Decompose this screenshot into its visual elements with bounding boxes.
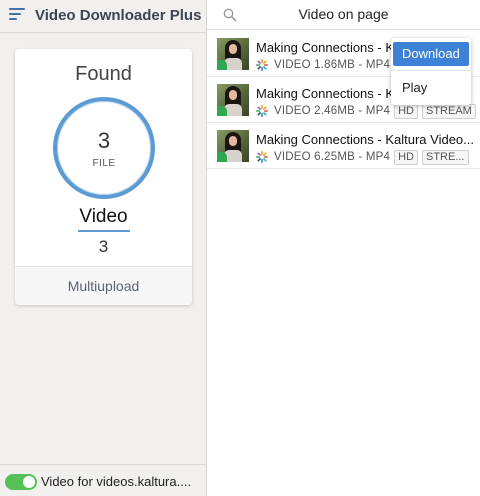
found-summary-card: Found 3 FILE Video 3 Multiupload [15,49,192,305]
spinner-icon [256,105,268,117]
video-title: Making Connections - Kaltura Video... [256,132,474,147]
video-meta-text: VIDEO 6.25MB - MP4 [274,151,391,163]
hd-badge: HD [394,103,418,119]
site-toggle-label: Video for videos.kaltura.... [41,474,192,489]
right-header: Video on page [207,0,480,30]
menu-divider [391,70,471,71]
media-type-count: 3 [98,237,109,256]
video-context-menu: Download Play [391,38,471,105]
panel-title: Video on page [298,6,389,22]
media-type-underline [78,230,130,232]
video-thumbnail [217,38,249,70]
file-count: 3 [97,128,111,153]
left-panel: Video Downloader Plus Found 3 FILE Video… [0,0,207,496]
left-footer: Video for videos.kaltura.... [0,464,206,496]
toggle-knob [23,476,35,488]
video-meta: VIDEO 6.25MB - MP4 HD STRE... [256,149,469,165]
spinner-icon [256,59,268,71]
video-list-item[interactable]: Making Connections - Kaltura Video... VI… [207,123,480,169]
file-unit-label: FILE [92,158,116,169]
video-meta-text: VIDEO 1.86MB - MP4 [274,59,391,71]
media-type-label[interactable]: Video [15,206,192,228]
hd-badge: HD [394,149,418,165]
video-thumbnail [217,130,249,162]
stream-badge: STREAM [421,103,476,119]
video-meta: VIDEO 2.46MB - MP4 HD STREAM [256,103,476,119]
multiupload-button[interactable]: Multiupload [15,266,192,305]
app-title: Video Downloader Plus [35,7,202,24]
left-header: Video Downloader Plus [0,0,206,33]
video-thumbnail [217,84,249,116]
found-label: Found [75,63,132,85]
download-menu-item[interactable]: Download [393,42,469,66]
file-count-ring: 3 FILE [53,97,155,199]
video-meta: VIDEO 1.86MB - MP4 [256,57,390,73]
spinner-icon [256,151,268,163]
hamburger-icon[interactable] [9,8,25,20]
video-meta-text: VIDEO 2.46MB - MP4 [274,105,391,117]
play-menu-item[interactable]: Play [393,76,469,100]
stream-badge: STRE... [421,149,469,165]
site-toggle[interactable] [5,474,37,490]
